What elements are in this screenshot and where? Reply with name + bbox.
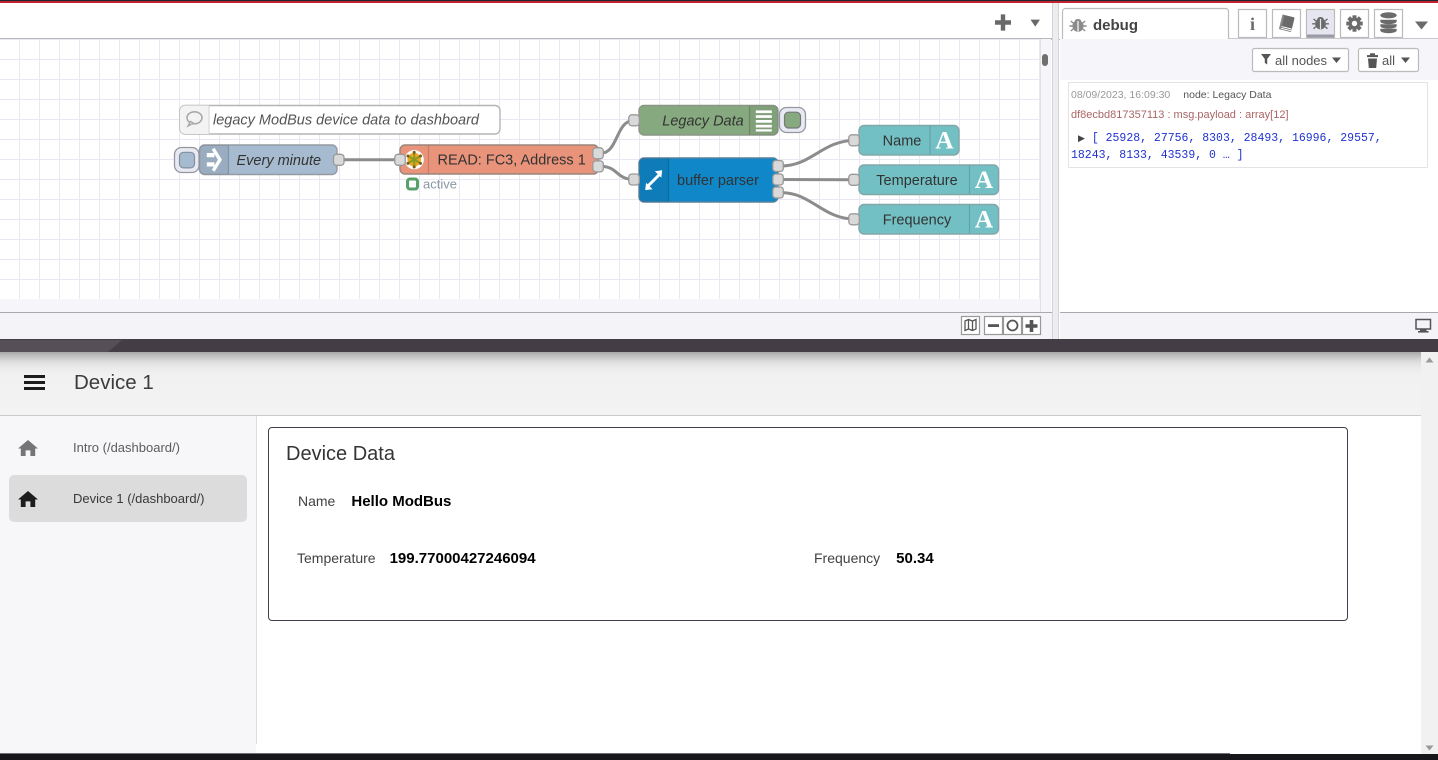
svg-text:i: i <box>1250 14 1255 34</box>
svg-text:Frequency: Frequency <box>883 212 952 228</box>
svg-text:Every minute: Every minute <box>237 153 322 169</box>
svg-text:A: A <box>975 204 994 233</box>
svg-text:A: A <box>935 125 954 154</box>
svg-text:legacy ModBus device data to d: legacy ModBus device data to dashboard <box>213 113 480 129</box>
svg-text:active: active <box>423 177 457 192</box>
svg-text:Temperature: Temperature <box>876 173 957 189</box>
svg-text:buffer parser: buffer parser <box>677 173 759 189</box>
svg-text:all: all <box>1382 53 1395 68</box>
svg-text:READ: FC3, Address 1: READ: FC3, Address 1 <box>438 153 586 169</box>
svg-text:debug: debug <box>1093 17 1138 34</box>
svg-text:A: A <box>975 165 994 194</box>
svg-text:all nodes: all nodes <box>1275 53 1328 68</box>
svg-text:Legacy Data: Legacy Data <box>662 113 743 129</box>
svg-text:Name: Name <box>883 133 922 149</box>
